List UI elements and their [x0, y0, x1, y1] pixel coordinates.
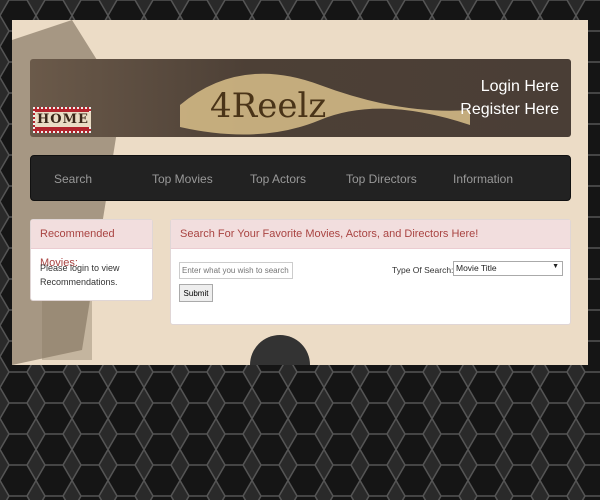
home-button[interactable]: HOME [33, 107, 91, 133]
svg-text:4Reelz: 4Reelz [210, 86, 326, 126]
recommended-panel: Recommended Movies: Please login to view… [30, 219, 153, 301]
search-type-select[interactable]: Movie Title ▼ [453, 261, 563, 276]
search-title: Search For Your Favorite Movies, Actors,… [171, 220, 570, 249]
register-link[interactable]: Register Here [460, 98, 559, 121]
recommended-title: Recommended Movies: [31, 220, 152, 269]
nav-top-actors[interactable]: Top Actors [250, 172, 306, 186]
search-input[interactable] [179, 262, 293, 279]
4reelz-logo: 4Reelz [180, 73, 470, 135]
header-banner: HOME 4Reelz Login Here Register Here [30, 59, 571, 137]
dropdown-arrow-icon: ▼ [552, 263, 559, 270]
search-type-value: Movie Title [456, 263, 497, 273]
nav-information[interactable]: Information [453, 172, 513, 186]
nav-top-movies[interactable]: Top Movies [152, 172, 213, 186]
page-container: HOME 4Reelz Login Here Register Here Sea… [12, 20, 588, 365]
nav-search[interactable]: Search [54, 172, 92, 186]
login-link[interactable]: Login Here [460, 75, 559, 98]
search-type-label: Type Of Search: [392, 265, 454, 275]
nav-top-directors[interactable]: Top Directors [346, 172, 417, 186]
submit-button[interactable]: Submit [179, 284, 213, 302]
search-panel: Search For Your Favorite Movies, Actors,… [170, 219, 571, 325]
main-nav: Search Top Movies Top Actors Top Directo… [30, 155, 571, 201]
